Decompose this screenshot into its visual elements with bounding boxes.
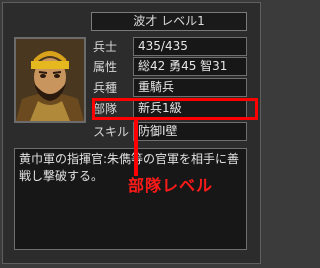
unit-title: 波才 レベル1	[91, 12, 247, 31]
stat-value-attributes: 総42 勇45 智31	[133, 57, 247, 76]
screenshot: 波才 レベル1 兵士 435/435 属性 総42 勇45 智31 兵種 重騎兵…	[0, 0, 265, 268]
stat-label-skill: スキル	[93, 125, 130, 139]
annotation-unit-level: 部隊レベル	[128, 176, 214, 195]
stat-value-troop-type: 重騎兵	[133, 78, 247, 97]
portrait-image	[16, 39, 84, 121]
stat-label-troop-type: 兵種	[93, 81, 118, 95]
stat-label-attributes: 属性	[93, 60, 118, 74]
unit-level-highlight-box	[92, 98, 258, 120]
stat-label-soldiers: 兵士	[93, 40, 118, 54]
commander-portrait	[14, 37, 86, 123]
annotation-connector-line	[134, 119, 138, 176]
stat-value-skill: 防御I壁	[133, 122, 247, 141]
stat-value-soldiers: 435/435	[133, 37, 247, 56]
